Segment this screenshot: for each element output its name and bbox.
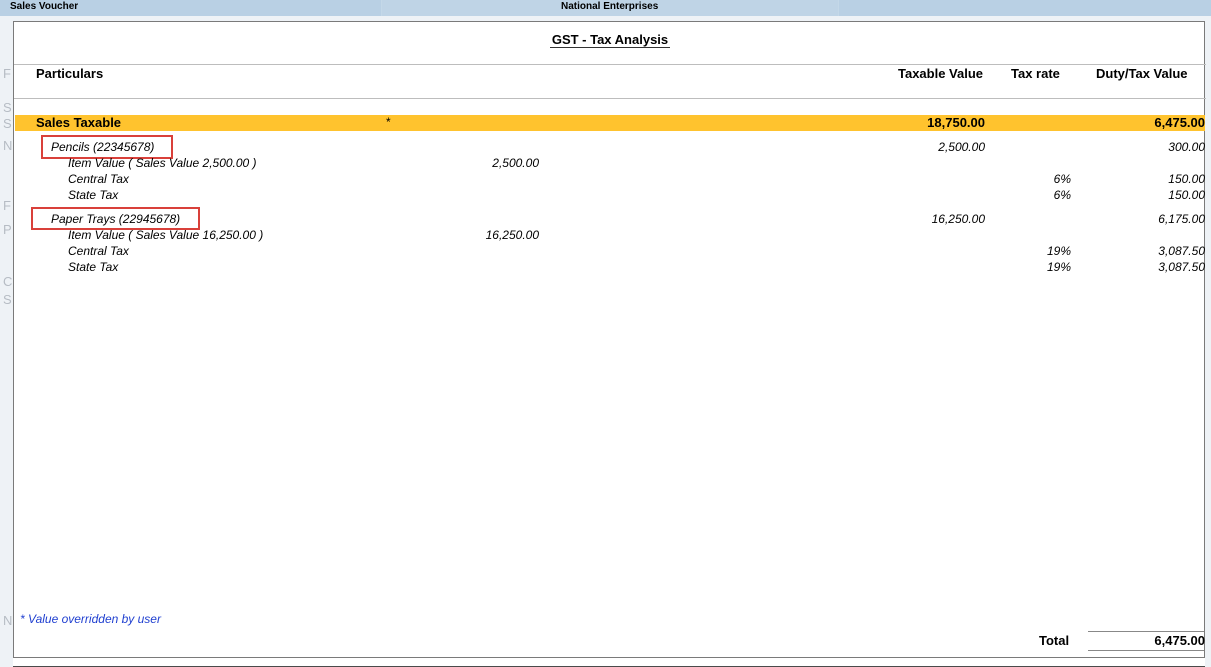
item-name-pencils[interactable]: Pencils (22345678): [51, 140, 154, 154]
dialog-title: GST - Tax Analysis: [549, 32, 671, 48]
gst-tax-analysis-dialog: GST - Tax Analysis Particulars Taxable V…: [13, 21, 1206, 658]
state-tax-label: State Tax: [68, 260, 119, 274]
background-letter: S: [3, 292, 12, 307]
background-letter: F: [3, 66, 11, 81]
central-tax-value: 150.00: [1168, 172, 1205, 186]
background-letter: N: [3, 138, 13, 153]
sales-taxable-row[interactable]: [15, 115, 1205, 131]
item-duty-value: 6,175.00: [1158, 212, 1205, 226]
background-letter: F: [3, 198, 11, 213]
column-header-duty-value: Duty/Tax Value: [1096, 66, 1188, 81]
state-tax-rate: 19%: [1046, 260, 1071, 274]
title-bar: Sales Voucher National Enterprises: [0, 0, 1211, 16]
column-header-particulars: Particulars: [36, 66, 104, 81]
central-tax-label: Central Tax: [68, 172, 129, 186]
total-bottom-rule: [1088, 650, 1204, 651]
column-header-tax-rate: Tax rate: [1011, 66, 1060, 81]
state-tax-value: 3,087.50: [1158, 260, 1205, 274]
background-voucher-behind: F S S N F P C S N: [0, 16, 13, 667]
item-value-amount: 2,500.00: [492, 156, 539, 170]
background-letter: C: [3, 274, 13, 289]
item-duty-value: 300.00: [1168, 140, 1205, 154]
background-letter: P: [3, 222, 12, 237]
item-value-amount: 16,250.00: [485, 228, 539, 242]
state-tax-label: State Tax: [68, 188, 119, 202]
central-tax-rate: 19%: [1046, 244, 1071, 258]
item-name-paper-trays[interactable]: Paper Trays (22945678): [51, 212, 180, 226]
group-duty-value: 6,475.00: [1154, 115, 1205, 130]
group-label: Sales Taxable: [36, 115, 122, 130]
background-letter: S: [3, 116, 12, 131]
total-label: Total: [1039, 633, 1070, 648]
header-bottom-divider: [14, 98, 1206, 99]
item-taxable-value: 16,250.00: [931, 212, 985, 226]
column-header-taxable-value: Taxable Value: [898, 66, 984, 81]
central-tax-label: Central Tax: [68, 244, 129, 258]
state-tax-value: 150.00: [1168, 188, 1205, 202]
total-top-rule: [1088, 631, 1204, 632]
state-tax-rate: 6%: [1053, 188, 1071, 202]
item-value-label: Item Value ( Sales Value 2,500.00 ): [68, 156, 257, 170]
override-footnote: * Value overridden by user: [20, 612, 161, 626]
item-value-label: Item Value ( Sales Value 16,250.00 ): [68, 228, 264, 242]
total-value: 6,475.00: [1154, 633, 1205, 648]
override-marker: *: [386, 115, 391, 129]
background-letter: N: [3, 613, 13, 628]
company-name-title: National Enterprises: [561, 1, 659, 12]
background-letter: S: [3, 100, 12, 115]
voucher-type-title: Sales Voucher: [10, 1, 79, 12]
title-segment-right: [839, 0, 1211, 16]
item-taxable-value: 2,500.00: [938, 140, 985, 154]
group-taxable-value: 18,750.00: [927, 115, 985, 130]
background-strip-right: [1205, 22, 1211, 667]
central-tax-rate: 6%: [1053, 172, 1071, 186]
header-top-divider: [14, 64, 1206, 65]
central-tax-value: 3,087.50: [1158, 244, 1205, 258]
